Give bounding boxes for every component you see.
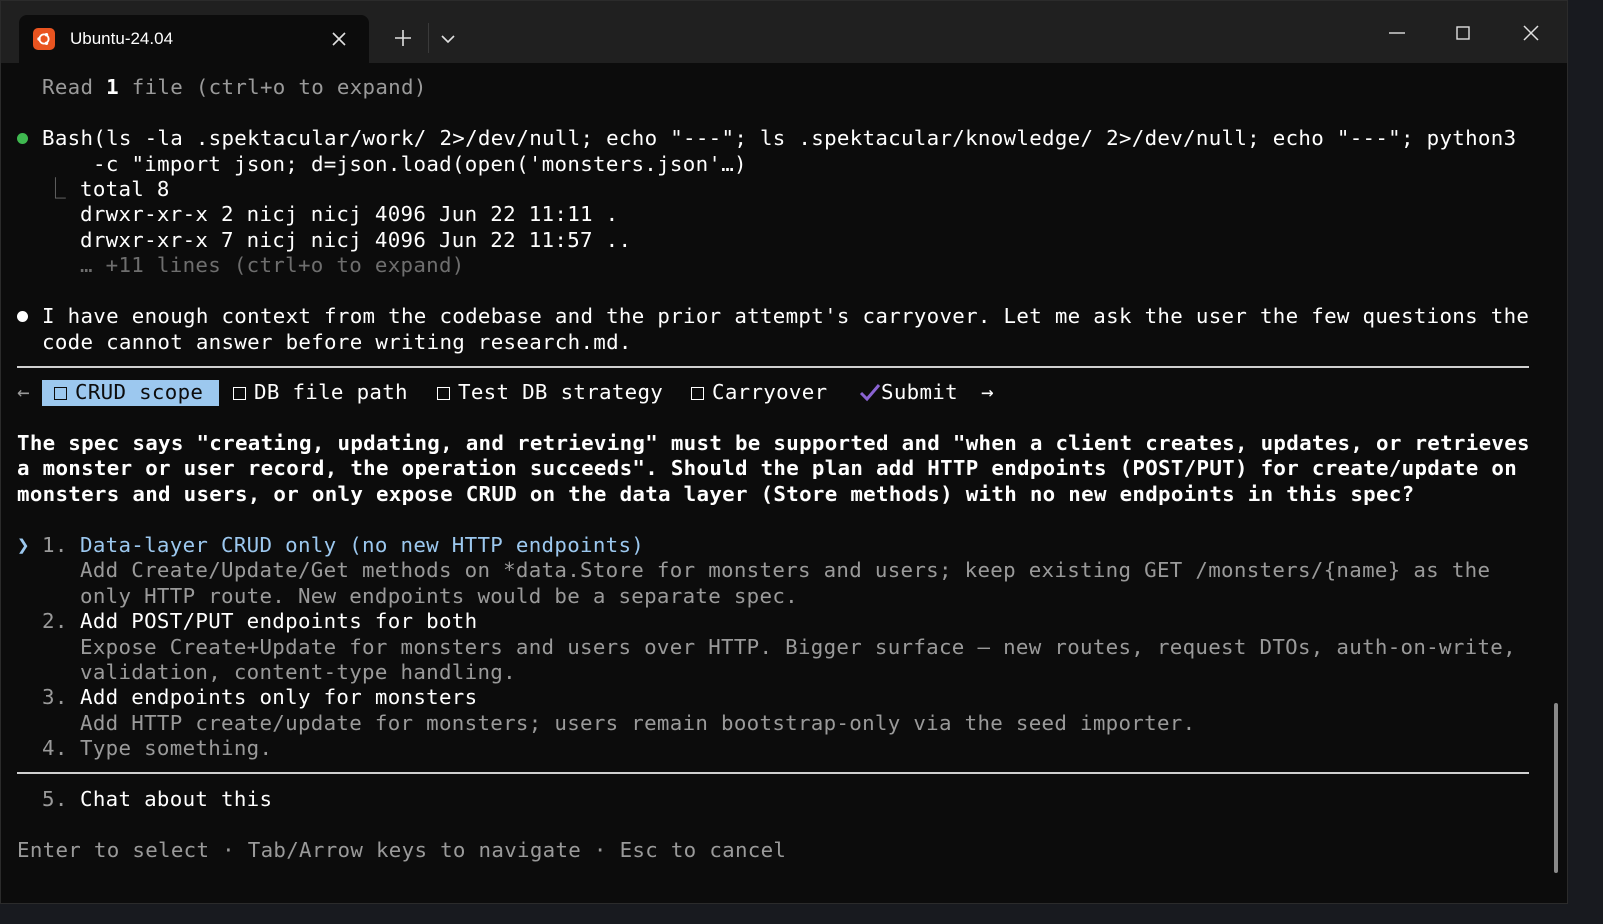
option-description: Add Create/Update/Get methods on *data.S…: [80, 558, 1491, 582]
tab-label: DB file path: [254, 380, 408, 404]
option-label: Type something.: [80, 736, 273, 760]
option-description: validation, content-type handling.: [80, 660, 516, 684]
tab-label: Test DB strategy: [458, 380, 664, 404]
nav-left-arrow-icon[interactable]: ←: [17, 380, 30, 405]
submit-label: Submit: [881, 380, 958, 404]
tab-carryover[interactable]: Carryover: [691, 380, 827, 405]
checkbox-icon: [691, 387, 704, 400]
new-tab-icon[interactable]: [391, 26, 415, 50]
bash-status-dot-icon: [17, 133, 28, 144]
option-number: 5.: [42, 787, 68, 811]
read-suffix: file (ctrl+o to expand): [118, 75, 427, 99]
title-bar[interactable]: Ubuntu-24.04: [1, 1, 1567, 63]
read-file-line: Read 1 file (ctrl+o to expand): [42, 75, 427, 100]
option-label: Add POST/PUT endpoints for both: [80, 609, 478, 633]
selection-pointer-icon: ❯: [17, 533, 30, 557]
option-description: Add HTTP create/update for monsters; use…: [80, 711, 1196, 735]
assistant-message-line2: code cannot answer before writing resear…: [42, 330, 632, 354]
checkbox-icon: [54, 387, 67, 400]
divider-top: [17, 366, 1529, 368]
keyboard-hint-footer: Enter to select · Tab/Arrow keys to navi…: [17, 838, 787, 862]
bash-output-line1: total 8: [80, 177, 170, 201]
scrollbar-thumb[interactable]: [1554, 703, 1558, 873]
tab-test-db-strategy[interactable]: Test DB strategy: [437, 380, 663, 405]
option-number: 2.: [42, 609, 68, 633]
bash-output-line2: drwxr-xr-x 2 nicj nicj 4096 Jun 22 11:11…: [80, 202, 619, 226]
nav-right-arrow-icon[interactable]: →: [981, 380, 994, 405]
terminal-content[interactable]: Read 1 file (ctrl+o to expand) Bash(ls -…: [1, 63, 1569, 905]
ubuntu-logo-icon: [33, 28, 55, 50]
question-line1: The spec says "creating, updating, and r…: [17, 431, 1530, 455]
maximize-icon[interactable]: [1451, 21, 1475, 45]
tab-title: Ubuntu-24.04: [70, 29, 174, 48]
desktop-background-right: [1568, 0, 1603, 924]
read-count: 1: [106, 75, 119, 99]
output-branch-icon: ⎿: [45, 177, 67, 201]
option-label: Data-layer CRUD only (no new HTTP endpoi…: [80, 533, 645, 557]
option-number: 3.: [42, 685, 68, 709]
tab-db-file-path[interactable]: DB file path: [233, 380, 408, 405]
desktop-background-bottom: [0, 904, 1603, 924]
minimize-icon[interactable]: [1385, 21, 1409, 45]
assistant-message-line1: I have enough context from the codebase …: [42, 304, 1530, 328]
bash-command-line1: Bash(ls -la .spektacular/work/ 2>/dev/nu…: [42, 126, 1517, 150]
tab-close-icon[interactable]: [329, 29, 349, 49]
tab-crud-scope[interactable]: CRUD scope: [54, 380, 203, 405]
option-number: 4.: [42, 736, 68, 760]
option-description: only HTTP route. New endpoints would be …: [80, 584, 798, 608]
option-number: 1.: [42, 533, 68, 557]
read-prefix: Read: [42, 75, 107, 99]
checkbox-icon: [437, 387, 450, 400]
chevron-down-icon[interactable]: [436, 26, 460, 50]
bash-output-more[interactable]: … +11 lines (ctrl+o to expand): [80, 253, 465, 278]
close-icon[interactable]: [1519, 21, 1543, 45]
checkbox-icon: [233, 387, 246, 400]
question-line2: a monster or user record, the operation …: [17, 456, 1518, 480]
tab-label: CRUD scope: [75, 380, 204, 404]
bash-command-line2: -c "import json; d=json.load(open('monst…: [93, 152, 747, 176]
bash-output-line3: drwxr-xr-x 7 nicj nicj 4096 Jun 22 11:57…: [80, 228, 632, 252]
checkmark-icon: [859, 384, 881, 402]
terminal-window: Ubuntu-24.04 Read 1 file (ctrl+o to expa…: [0, 0, 1568, 904]
titlebar-separator: [428, 23, 429, 53]
tab-ubuntu[interactable]: Ubuntu-24.04: [19, 15, 369, 63]
option-label: Chat about this: [80, 787, 273, 811]
tab-submit[interactable]: Submit: [859, 380, 958, 405]
divider-bottom: [17, 772, 1529, 774]
option-description: Expose Create+Update for monsters and us…: [80, 635, 1516, 659]
message-dot-icon: [17, 311, 28, 322]
option-label: Add endpoints only for monsters: [80, 685, 478, 709]
question-line3: monsters and users, or only expose CRUD …: [17, 482, 1415, 506]
tab-label: Carryover: [712, 380, 828, 404]
